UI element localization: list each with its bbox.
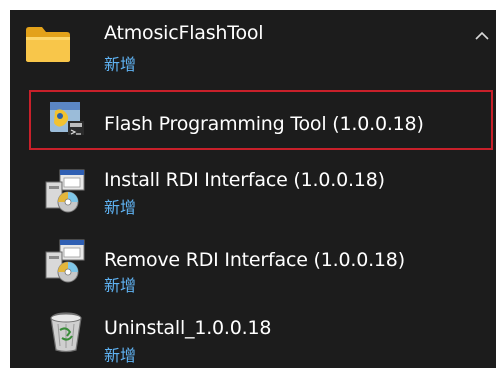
- installer-icon: [44, 168, 88, 214]
- app-item-label: Uninstall_1.0.0.18: [104, 317, 272, 339]
- group-title: AtmosicFlashTool: [104, 22, 264, 44]
- group-badge: 新增: [104, 55, 137, 74]
- app-item-badge: 新增: [104, 276, 137, 295]
- group-atmosicflashtool[interactable]: AtmosicFlashTool 新增: [10, 10, 496, 80]
- chevron-up-icon[interactable]: [474, 26, 490, 45]
- recycle-bin-icon: [46, 310, 86, 354]
- app-item-badge: 新增: [104, 346, 137, 365]
- app-item-install-rdi[interactable]: Install RDI Interface (1.0.0.18) 新增: [10, 160, 496, 222]
- start-menu-panel: AtmosicFlashTool 新增 Flash Programming To…: [10, 10, 496, 368]
- app-item-badge: 新增: [104, 198, 137, 217]
- app-item-label: Remove RDI Interface (1.0.0.18): [104, 249, 405, 271]
- app-item-uninstall[interactable]: Uninstall_1.0.0.18 新增: [10, 300, 496, 368]
- folder-icon: [24, 24, 72, 64]
- selection-highlight: [29, 90, 493, 150]
- app-item-label: Install RDI Interface (1.0.0.18): [104, 169, 385, 191]
- app-item-remove-rdi[interactable]: Remove RDI Interface (1.0.0.18) 新增: [10, 230, 496, 295]
- installer-icon: [44, 238, 88, 284]
